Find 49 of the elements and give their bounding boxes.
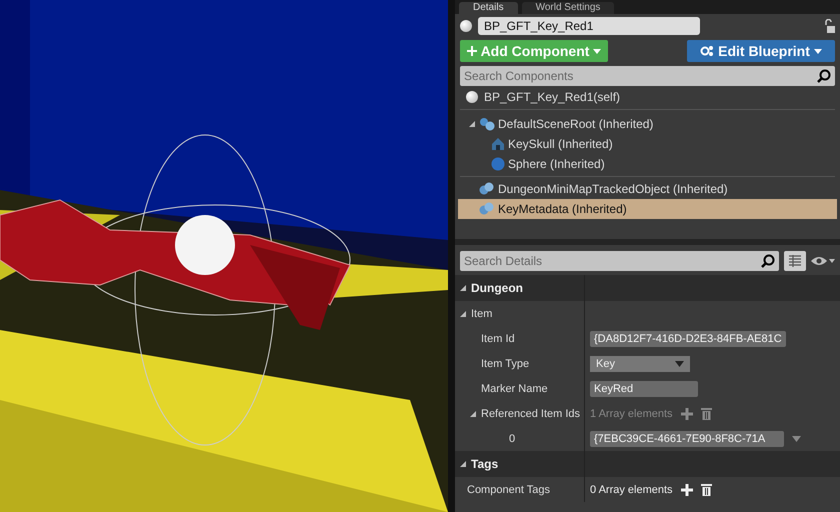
category-header[interactable]: Dungeon bbox=[471, 281, 523, 295]
search-icon[interactable] bbox=[817, 69, 831, 83]
array-count: 0 Array elements bbox=[590, 484, 673, 496]
expanded-arrow-icon[interactable] bbox=[468, 120, 476, 128]
expanded-arrow-icon[interactable] bbox=[459, 460, 467, 468]
property-label: Item Id bbox=[481, 332, 515, 344]
dropdown[interactable]: Key bbox=[590, 356, 690, 372]
caret-icon bbox=[675, 360, 684, 366]
plus-icon bbox=[466, 46, 477, 56]
component-item[interactable]: DungeonMiniMapTrackedObject (Inherited) bbox=[458, 179, 837, 199]
component-item[interactable]: Sphere (Inherited) bbox=[458, 154, 837, 174]
gears-icon bbox=[700, 45, 714, 57]
component-item[interactable]: DefaultSceneRoot (Inherited) bbox=[458, 114, 837, 134]
property-label: Component Tags bbox=[467, 484, 550, 496]
text-field[interactable]: {DA8D12F7-416D-D2E3-84FB-AE81C bbox=[590, 330, 786, 346]
plus-icon[interactable] bbox=[680, 484, 693, 496]
expanded-arrow-icon[interactable] bbox=[459, 284, 467, 292]
property-label: Marker Name bbox=[481, 382, 548, 394]
view-options-button[interactable] bbox=[784, 251, 806, 271]
group-header[interactable]: Item bbox=[471, 308, 492, 320]
caret-icon bbox=[814, 48, 822, 54]
search-icon[interactable] bbox=[761, 254, 775, 268]
property-label: 0 bbox=[509, 432, 516, 444]
property-label: Item Type bbox=[481, 358, 530, 370]
eye-icon[interactable] bbox=[811, 255, 835, 267]
search-details-field[interactable]: Search Details bbox=[460, 251, 779, 271]
panel-tab[interactable]: Details bbox=[459, 2, 518, 14]
category-header[interactable]: Tags bbox=[471, 457, 498, 471]
actor-name-field[interactable]: BP_GFT_Key_Red1 bbox=[478, 17, 700, 35]
component-item[interactable]: KeySkull (Inherited) bbox=[458, 134, 837, 154]
expanded-arrow-icon[interactable] bbox=[459, 310, 467, 318]
sphere-icon bbox=[491, 157, 505, 171]
search-components-field[interactable]: Search Components bbox=[460, 66, 835, 86]
panel-tab[interactable]: World Settings bbox=[522, 2, 614, 14]
array-count: 1 Array elements bbox=[590, 408, 673, 420]
property-label: Referenced Item Ids bbox=[481, 408, 580, 420]
list-icon bbox=[789, 255, 801, 267]
caret-icon[interactable] bbox=[792, 436, 801, 442]
component-item[interactable]: BP_GFT_Key_Red1(self) bbox=[484, 90, 620, 104]
house-icon bbox=[491, 137, 505, 151]
edit-blueprint-button[interactable]: Edit Blueprint bbox=[687, 40, 835, 62]
sphere-icon bbox=[466, 91, 478, 103]
caret-icon bbox=[593, 48, 602, 54]
spheres-icon bbox=[479, 117, 495, 131]
text-field[interactable]: KeyRed bbox=[590, 380, 698, 396]
sphere-icon bbox=[460, 20, 472, 32]
component-item[interactable]: KeyMetadata (Inherited) bbox=[458, 199, 837, 219]
trash-icon[interactable] bbox=[700, 483, 712, 496]
lock-icon[interactable] bbox=[824, 19, 835, 33]
